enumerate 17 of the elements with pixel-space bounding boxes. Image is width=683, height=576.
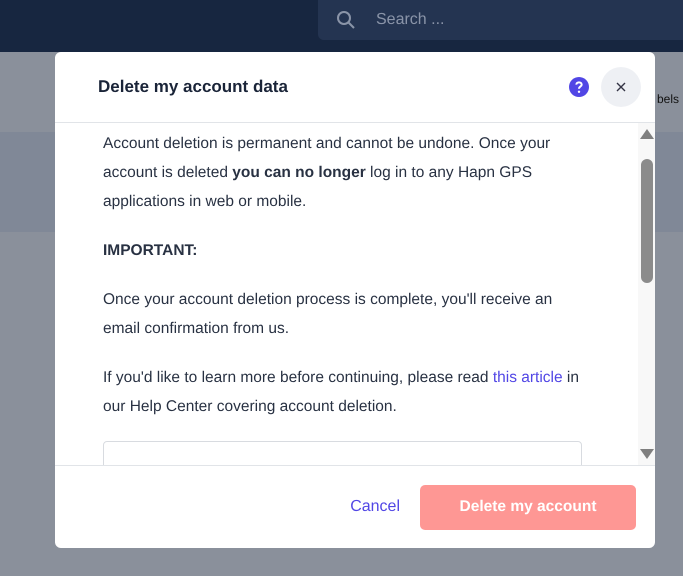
paragraph: If you'd like to learn more before continuing, please read this article in our Help Center covering account deletion. — [103, 368, 580, 417]
dialog-title: Delete my account data — [98, 77, 289, 97]
search-icon — [336, 10, 356, 30]
help-icon[interactable] — [569, 77, 589, 97]
background-label: bels — [657, 92, 680, 106]
close-icon — [615, 81, 627, 93]
paragraph: Once your account deletion process is complete, you'll receive an email confirmation from us. — [103, 290, 554, 339]
search-input[interactable]: Search ... — [374, 10, 578, 30]
article-link[interactable]: this article — [492, 369, 563, 386]
section-heading: IMPORTANT: — [103, 241, 198, 261]
scrollbar-thumb[interactable] — [640, 159, 652, 283]
scroll-down-icon[interactable] — [640, 449, 654, 459]
close-button[interactable] — [601, 67, 641, 107]
cancel-button[interactable]: Cancel — [346, 494, 404, 520]
search-field[interactable]: Search ... — [318, 0, 683, 40]
scroll-up-icon[interactable] — [640, 129, 654, 139]
paragraph: Account deletion is permanent and cannot be undone. Once your account is deleted you can no longer log in to any Hapn GPS applications in web or mobile. — [103, 134, 552, 212]
